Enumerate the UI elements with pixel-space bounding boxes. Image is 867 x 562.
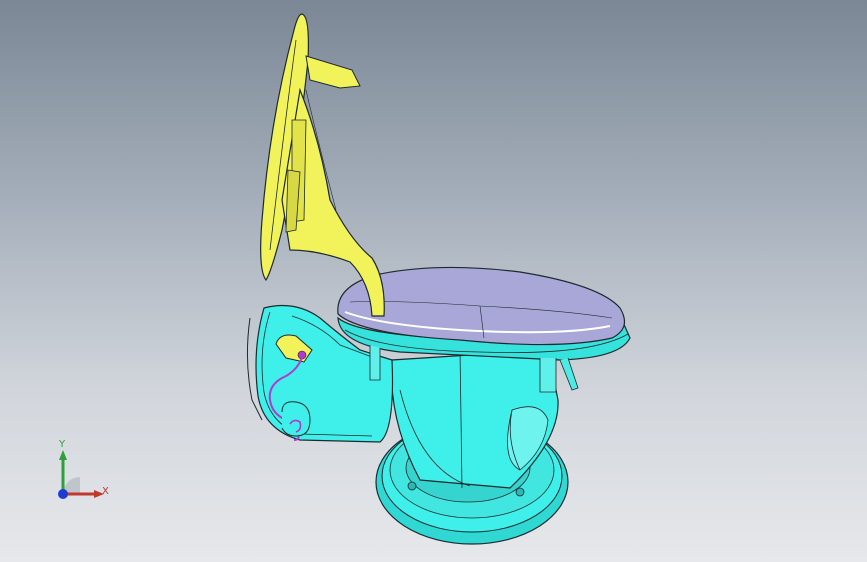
triad-axes	[58, 450, 104, 499]
toilet-3d-model[interactable]	[0, 0, 867, 562]
y-axis-label: Y	[59, 439, 66, 450]
z-axis-origin-icon	[58, 489, 68, 499]
cad-viewport[interactable]: Y X	[0, 0, 867, 562]
spring-clip[interactable]	[281, 401, 311, 437]
orientation-triad: Y X	[40, 436, 120, 516]
x-axis-label: X	[102, 486, 109, 497]
open-lid[interactable]	[260, 13, 385, 317]
y-arrow-icon	[59, 450, 67, 460]
